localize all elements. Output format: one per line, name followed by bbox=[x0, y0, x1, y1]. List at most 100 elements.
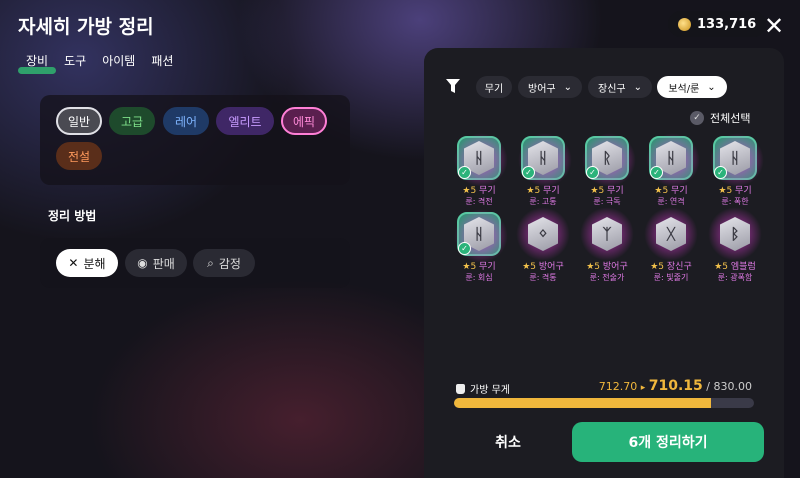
tab-tools[interactable]: 도구 bbox=[64, 52, 86, 69]
rune-item-icon: ᚺ ✓ bbox=[646, 133, 700, 187]
dismantle-label: 분해 bbox=[83, 256, 106, 271]
weight-before: 712.70 bbox=[598, 380, 638, 393]
item-star: ★5 bbox=[522, 262, 537, 272]
sell-label: 판매 bbox=[152, 256, 175, 271]
item-slot[interactable]: ᚺ ✓ ★5 무기 룬: 회심 bbox=[452, 209, 508, 283]
item-type: 무기 bbox=[479, 262, 496, 272]
item-name: 룬: 회심 bbox=[465, 273, 493, 282]
item-star: ★5 bbox=[462, 262, 477, 272]
grade-common-chip[interactable]: 일반 bbox=[56, 107, 102, 135]
weight-progress-bar bbox=[454, 398, 754, 408]
dismantle-icon: ✕ bbox=[68, 256, 79, 270]
item-slot[interactable]: ᛒ ★5 엠블럼 룬: 광폭함 bbox=[708, 207, 762, 283]
tab-equipment[interactable]: 장비 bbox=[17, 52, 57, 74]
select-all-label: 전체선택 bbox=[710, 112, 751, 125]
grade-uncommon-chip[interactable]: 고급 bbox=[109, 107, 155, 135]
rune-item-icon: ᚺ ✓ bbox=[518, 133, 572, 187]
grade-legendary-chip[interactable]: 전설 bbox=[56, 142, 102, 170]
bag-weight: 가방 무게 bbox=[456, 381, 510, 396]
weight-max: / 830.00 bbox=[706, 380, 752, 393]
item-slot[interactable]: ᚺ ✓ ★5 무기 룬: 고통 bbox=[516, 133, 572, 207]
item-name: 룬: 빛줄기 bbox=[653, 273, 689, 282]
item-star: ★5 bbox=[650, 262, 665, 272]
grade-epic-chip[interactable]: 에픽 bbox=[281, 107, 327, 135]
item-star: ★5 bbox=[654, 186, 669, 196]
item-slot[interactable]: ᛜ ★5 방어구 룬: 격통 bbox=[516, 207, 570, 283]
item-name: 룬: 폭한 bbox=[721, 197, 749, 206]
item-name: 룬: 고통 bbox=[529, 197, 557, 206]
check-icon: ✓ bbox=[650, 166, 663, 179]
grade-elite-chip[interactable]: 엘리트 bbox=[216, 107, 274, 135]
filter-weapon[interactable]: 무기 bbox=[476, 76, 512, 98]
gold-coin-icon bbox=[678, 17, 691, 31]
check-icon: ✓ bbox=[458, 242, 471, 255]
filter-weapon-label: 무기 bbox=[484, 83, 504, 95]
checkbox-icon: ✓ bbox=[690, 111, 704, 125]
rune-item-icon: ᚺ ✓ bbox=[454, 209, 508, 263]
item-type: 무기 bbox=[607, 186, 624, 196]
item-slot[interactable]: ᛉ ★5 방어구 룬: 전술가 bbox=[580, 207, 634, 283]
rune-item-icon: ᛉ bbox=[580, 207, 634, 261]
sort-method-label: 정리 방법 bbox=[48, 209, 97, 223]
weight-progress-fill bbox=[454, 398, 711, 408]
arrow-icon: ▸ bbox=[640, 383, 646, 393]
item-slot[interactable]: ᚱ ✓ ★5 무기 룬: 극독 bbox=[580, 133, 636, 207]
item-star: ★5 bbox=[586, 262, 601, 272]
item-type: 무기 bbox=[735, 186, 752, 196]
item-slot[interactable]: ᚺ ✓ ★5 무기 룬: 폭한 bbox=[708, 133, 764, 207]
chevron-down-icon: ⌄ bbox=[563, 81, 572, 93]
item-type: 엠블럼 bbox=[730, 262, 756, 272]
appraise-label: 감정 bbox=[218, 256, 241, 271]
tab-fashion[interactable]: 패션 bbox=[151, 52, 173, 69]
item-slot[interactable]: ᚺ ✓ ★5 무기 룬: 격전 bbox=[452, 133, 508, 207]
dismantle-button[interactable]: ✕ 분해 bbox=[56, 249, 118, 277]
item-name: 룬: 격전 bbox=[465, 197, 493, 206]
filter-gem-rune-dropdown[interactable]: 보석/룬 ⌄ bbox=[657, 76, 727, 98]
item-type: 무기 bbox=[671, 186, 688, 196]
check-icon: ✓ bbox=[522, 166, 535, 179]
check-icon: ✓ bbox=[586, 166, 599, 179]
tab-items[interactable]: 아이템 bbox=[102, 52, 135, 69]
select-all-toggle[interactable]: ✓ 전체선택 bbox=[690, 110, 750, 126]
filter-armor-label: 방어구 bbox=[528, 83, 556, 95]
rune-item-icon: ᚱ ✓ bbox=[582, 133, 636, 187]
close-icon[interactable]: ✕ bbox=[764, 12, 784, 40]
item-slot[interactable]: ᚷ ★5 장신구 룬: 빛줄기 bbox=[644, 207, 698, 283]
filter-accessory-dropdown[interactable]: 장신구 ⌄ bbox=[588, 76, 652, 98]
bag-weight-label: 가방 무게 bbox=[470, 385, 510, 396]
item-name: 룬: 전술가 bbox=[589, 273, 625, 282]
item-name: 룬: 극독 bbox=[593, 197, 621, 206]
check-icon: ✓ bbox=[714, 166, 727, 179]
appraise-button[interactable]: ⌕ 감정 bbox=[193, 249, 255, 277]
item-name: 룬: 연격 bbox=[657, 197, 685, 206]
cancel-button[interactable]: 취소 bbox=[470, 424, 546, 460]
item-type: 장신구 bbox=[666, 262, 692, 272]
filter-accessory-label: 장신구 bbox=[598, 83, 626, 95]
rune-item-icon: ᚺ ✓ bbox=[454, 133, 508, 187]
rune-item-icon: ᛜ bbox=[516, 207, 570, 261]
item-name: 룬: 광폭함 bbox=[717, 273, 753, 282]
search-icon: ⌕ bbox=[207, 255, 214, 270]
rune-item-icon: ᚺ ✓ bbox=[710, 133, 764, 187]
rune-item-icon: ᛒ bbox=[708, 207, 762, 261]
weight-values: 712.70 ▸ 710.15 / 830.00 bbox=[560, 378, 752, 394]
filter-icon[interactable] bbox=[446, 78, 460, 94]
sell-icon: ◉ bbox=[137, 256, 148, 270]
weight-after: 710.15 bbox=[648, 378, 703, 394]
item-slot[interactable]: ᚺ ✓ ★5 무기 룬: 연격 bbox=[644, 133, 700, 207]
item-name: 룬: 격통 bbox=[529, 273, 557, 282]
item-star: ★5 bbox=[462, 186, 477, 196]
item-star: ★5 bbox=[714, 262, 729, 272]
item-type: 무기 bbox=[543, 186, 560, 196]
grade-rare-chip[interactable]: 레어 bbox=[163, 107, 209, 135]
filter-armor-dropdown[interactable]: 방어구 ⌄ bbox=[518, 76, 582, 98]
rune-item-icon: ᚷ bbox=[644, 207, 698, 261]
sell-button[interactable]: ◉ 판매 bbox=[125, 249, 187, 277]
filter-gem-rune-label: 보석/룬 bbox=[668, 83, 700, 95]
item-type: 무기 bbox=[479, 186, 496, 196]
confirm-organize-button[interactable]: 6개 정리하기 bbox=[572, 422, 764, 462]
check-icon: ✓ bbox=[458, 166, 471, 179]
page-title: 자세히 가방 정리 bbox=[18, 16, 154, 38]
item-type: 방어구 bbox=[602, 262, 628, 272]
gold-display: 133,716 bbox=[668, 11, 767, 37]
